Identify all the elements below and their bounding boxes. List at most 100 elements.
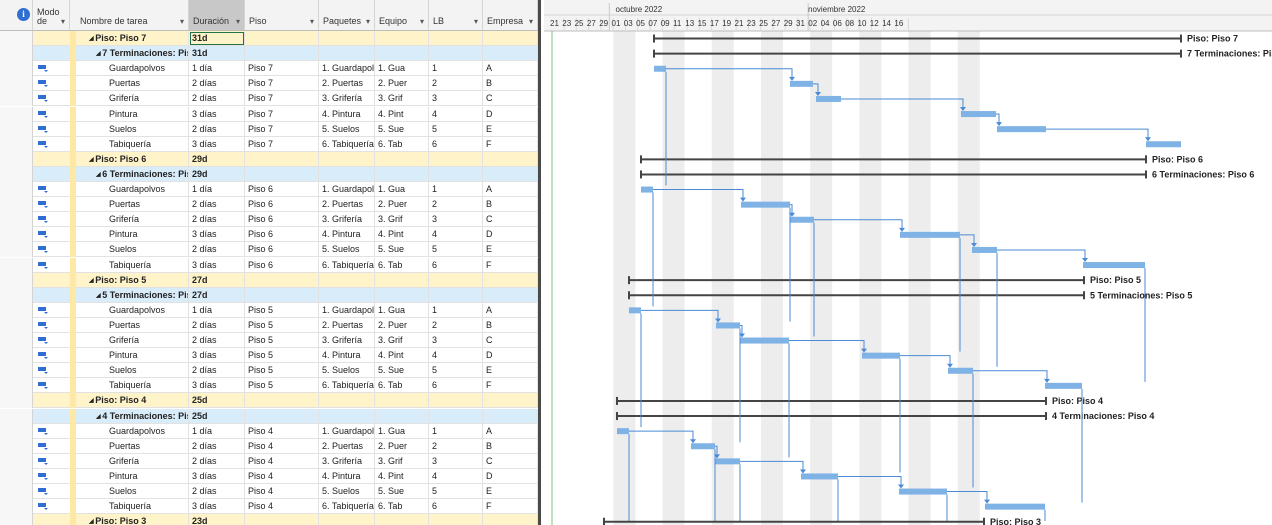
floor-column-header[interactable]: Piso ▾ bbox=[245, 0, 319, 31]
row-indicator-cell[interactable] bbox=[0, 499, 33, 515]
row-indicator-cell[interactable] bbox=[0, 136, 33, 152]
task-name-cell[interactable]: Grifería bbox=[106, 91, 189, 107]
task-row[interactable]: Guardapolvos 1 díaPiso 51. Guardapolvos1.… bbox=[0, 302, 538, 318]
team-cell[interactable] bbox=[375, 151, 429, 167]
row-indicator-cell[interactable] bbox=[0, 151, 33, 167]
company-cell[interactable]: F bbox=[483, 257, 538, 273]
floor-cell[interactable] bbox=[245, 31, 319, 46]
lb-cell[interactable]: 4 bbox=[429, 106, 483, 122]
task-row[interactable]: Guardapolvos 1 díaPiso 41. Guardapolvos1.… bbox=[0, 423, 538, 439]
duration-cell[interactable]: 3 días bbox=[189, 499, 245, 515]
lb-cell[interactable]: 1 bbox=[429, 423, 483, 439]
lb-cell[interactable] bbox=[429, 408, 483, 424]
team-cell[interactable] bbox=[375, 514, 429, 525]
packages-cell[interactable] bbox=[319, 31, 375, 46]
row-indicator-cell[interactable] bbox=[0, 302, 33, 318]
task-row[interactable]: Guardapolvos 1 díaPiso 61. Guardapolvos1.… bbox=[0, 182, 538, 197]
team-cell[interactable] bbox=[375, 31, 429, 46]
duration-cell[interactable]: 25d bbox=[189, 408, 245, 424]
team-cell[interactable]: 1. Gua bbox=[375, 182, 429, 197]
task-row[interactable]: Puertas 2 días Piso 7 2. Puertas 2. Puer 2 B bbox=[0, 76, 538, 92]
team-cell[interactable]: 1. Gua bbox=[375, 302, 429, 318]
company-cell[interactable]: F bbox=[483, 136, 538, 152]
company-cell[interactable] bbox=[483, 408, 538, 424]
task-name-cell[interactable]: ◢ 4 Terminaciones: Piso 4 bbox=[86, 408, 189, 424]
packages-cell[interactable] bbox=[319, 287, 375, 303]
task-row[interactable]: Grifería 2 días Piso 7 3. Grifería 3. Grif 3 C bbox=[0, 91, 538, 107]
lb-cell[interactable]: 6 bbox=[429, 136, 483, 152]
packages-cell[interactable]: 5. Suelos bbox=[319, 484, 375, 499]
lb-cell[interactable]: 6 bbox=[429, 378, 483, 394]
row-indicator-cell[interactable] bbox=[0, 197, 33, 213]
company-cell[interactable]: B bbox=[483, 317, 538, 333]
summary-row[interactable]: ◢ 6 Terminaciones: Piso 629d bbox=[0, 166, 538, 182]
lb-column-header[interactable]: LB ▾ bbox=[429, 0, 483, 31]
row-indicator-cell[interactable] bbox=[0, 287, 33, 303]
team-cell[interactable]: 2. Puer bbox=[375, 197, 429, 213]
task-row[interactable]: Tabiquería 3 días Piso 5 6. Tabiquería 6. Ta… bbox=[0, 378, 538, 394]
lb-cell[interactable] bbox=[429, 31, 483, 46]
lb-cell[interactable]: 3 bbox=[429, 333, 483, 348]
company-cell[interactable] bbox=[483, 272, 538, 288]
company-cell[interactable] bbox=[483, 514, 538, 525]
summary-row[interactable]: ◢ Piso: Piso 4 25d bbox=[0, 393, 538, 409]
row-indicator-cell[interactable] bbox=[0, 408, 33, 424]
row-indicator-cell[interactable] bbox=[0, 333, 33, 348]
task-row[interactable]: Suelos 2 días Piso 4 5. Suelos 5. Sue 5 E bbox=[0, 484, 538, 499]
duration-cell[interactable]: 2 días bbox=[189, 91, 245, 107]
floor-cell[interactable]: Piso 5 bbox=[245, 333, 319, 348]
packages-cell[interactable]: 5. Suelos bbox=[319, 242, 375, 258]
floor-cell[interactable]: Piso 7 bbox=[245, 61, 319, 77]
team-cell[interactable]: 3. Grif bbox=[375, 333, 429, 348]
packages-cell[interactable]: 3. Grifería bbox=[319, 453, 375, 469]
task-name-cell[interactable]: ◢ Piso: Piso 6 bbox=[86, 151, 189, 167]
task-row[interactable]: Suelos 2 días Piso 5 5. Suelos 5. Sue 5 E bbox=[0, 363, 538, 379]
row-indicator-cell[interactable] bbox=[0, 317, 33, 333]
team-filter-arrow-icon[interactable]: ▾ bbox=[420, 17, 424, 26]
packages-cell[interactable]: 3. Grifería bbox=[319, 212, 375, 228]
duration-cell[interactable]: 2 días bbox=[189, 76, 245, 92]
packages-cell[interactable] bbox=[319, 46, 375, 62]
duration-cell[interactable]: 2 días bbox=[189, 197, 245, 213]
task-name-cell[interactable]: Tabiquería bbox=[106, 499, 189, 515]
duration-cell[interactable]: 2 días bbox=[189, 363, 245, 379]
packages-cell[interactable]: 5. Suelos bbox=[319, 121, 375, 137]
lb-cell[interactable]: 4 bbox=[429, 468, 483, 484]
row-indicator-cell[interactable] bbox=[0, 212, 33, 228]
row-indicator-cell[interactable] bbox=[0, 91, 33, 107]
duration-filter-arrow-icon[interactable]: ▾ bbox=[236, 17, 240, 26]
task-row[interactable]: Puertas 2 días Piso 5 2. Puertas 2. Puer 2 B bbox=[0, 317, 538, 333]
lb-cell[interactable]: 3 bbox=[429, 91, 483, 107]
company-cell[interactable]: B bbox=[483, 438, 538, 454]
floor-cell[interactable]: Piso 6 bbox=[245, 227, 319, 243]
row-indicator-cell[interactable] bbox=[0, 227, 33, 243]
duration-cell[interactable]: 1 día bbox=[189, 423, 245, 439]
team-cell[interactable] bbox=[375, 408, 429, 424]
floor-cell[interactable]: Piso 6 bbox=[245, 257, 319, 273]
lb-cell[interactable]: 5 bbox=[429, 242, 483, 258]
team-cell[interactable]: 5. Sue bbox=[375, 484, 429, 499]
team-cell[interactable]: 4. Pint bbox=[375, 106, 429, 122]
floor-cell[interactable]: Piso 4 bbox=[245, 484, 319, 499]
lb-cell[interactable]: 4 bbox=[429, 348, 483, 364]
team-cell[interactable] bbox=[375, 393, 429, 409]
company-cell[interactable]: E bbox=[483, 242, 538, 258]
task-row[interactable]: Guardapolvos 1 díaPiso 71. Guardapolvos1.… bbox=[0, 61, 538, 77]
row-indicator-cell[interactable] bbox=[0, 363, 33, 379]
floor-cell[interactable]: Piso 6 bbox=[245, 197, 319, 213]
lb-cell[interactable]: 6 bbox=[429, 499, 483, 515]
task-name-cell[interactable]: Puertas bbox=[106, 438, 189, 454]
duration-cell[interactable]: 27d bbox=[189, 287, 245, 303]
lb-cell[interactable] bbox=[429, 393, 483, 409]
company-column-header[interactable]: Empresa ▾ bbox=[483, 0, 538, 31]
summary-row[interactable]: ◢ Piso: Piso 7 31d bbox=[0, 31, 538, 46]
floor-cell[interactable]: Piso 7 bbox=[245, 121, 319, 137]
duration-cell[interactable]: 2 días bbox=[189, 333, 245, 348]
task-name-cell[interactable]: Guardapolvos bbox=[106, 302, 189, 318]
team-cell[interactable]: 5. Sue bbox=[375, 121, 429, 137]
lb-cell[interactable]: 2 bbox=[429, 438, 483, 454]
company-cell[interactable]: B bbox=[483, 197, 538, 213]
floor-cell[interactable]: Piso 4 bbox=[245, 438, 319, 454]
task-name-cell[interactable]: Tabiquería bbox=[106, 136, 189, 152]
team-cell[interactable]: 2. Puer bbox=[375, 317, 429, 333]
